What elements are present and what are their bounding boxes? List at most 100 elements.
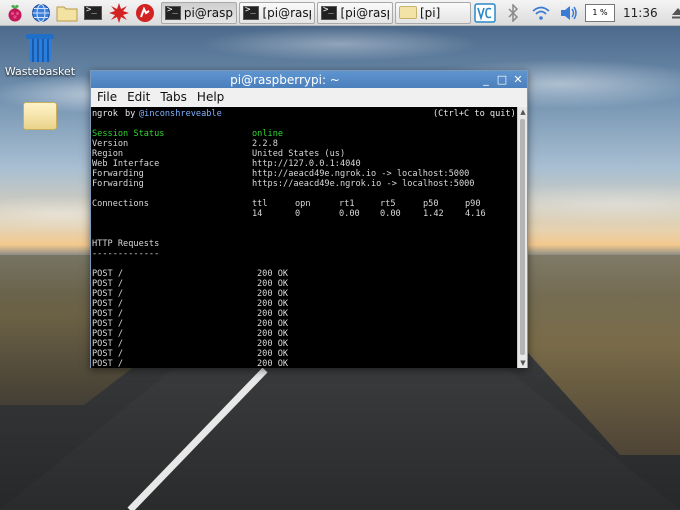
request-method: POST / xyxy=(92,329,124,339)
request-row: POST / 200 OK xyxy=(92,359,518,369)
ngrok-name: ngrok xyxy=(92,109,118,119)
terminal-window[interactable]: pi@raspberrypi: ~ _ □ ✕ File Edit Tabs H… xyxy=(90,70,528,369)
menu-help[interactable]: Help xyxy=(197,90,224,104)
volume-icon[interactable] xyxy=(557,2,581,24)
request-status: 200 OK xyxy=(257,309,289,319)
scroll-down-icon[interactable]: ▼ xyxy=(518,358,528,368)
web-browser-icon[interactable] xyxy=(29,2,53,24)
eject-icon[interactable] xyxy=(666,2,680,24)
taskbar: pi@raspb [pi@rasp [pi@rasp [pi] xyxy=(0,0,680,26)
request-method: POST / xyxy=(92,269,124,279)
request-status: 200 OK xyxy=(257,359,289,369)
menu-file[interactable]: File xyxy=(97,90,117,104)
conn-header: p90 xyxy=(465,199,481,209)
scroll-up-icon[interactable]: ▲ xyxy=(518,107,528,117)
desktop-icon-folder[interactable] xyxy=(0,102,80,133)
scroll-thumb[interactable] xyxy=(520,119,525,355)
conn-header: opn xyxy=(295,199,311,209)
wastebasket-icon xyxy=(26,32,54,62)
conn-value: 1.42 xyxy=(423,209,444,219)
conn-value: 0.00 xyxy=(380,209,401,219)
request-row: POST / 200 OK xyxy=(92,289,518,299)
request-method: POST / xyxy=(92,289,124,299)
status-row: Version 2.2.8 xyxy=(92,139,518,149)
request-method: POST / xyxy=(92,349,124,359)
clock[interactable]: 11:36 xyxy=(619,6,662,20)
task-label: [pi] xyxy=(420,5,441,20)
conn-header: ttl xyxy=(252,199,268,209)
raspberry-menu-icon[interactable] xyxy=(3,2,27,24)
http-divider: ------------- xyxy=(92,249,160,259)
cpu-monitor[interactable]: 1 % xyxy=(585,3,615,22)
status-value: United States (us) xyxy=(252,149,346,159)
task-terminal-2[interactable]: [pi@rasp xyxy=(239,1,315,24)
request-status: 200 OK xyxy=(257,349,289,359)
ngrok-header: ngrok by @inconshreveable (Ctrl+C to qui… xyxy=(92,109,518,119)
wolfram-icon[interactable] xyxy=(133,2,157,24)
terminal-icon xyxy=(243,5,260,20)
system-tray: 1 % 11:36 xyxy=(473,2,680,24)
status-label: Forwarding xyxy=(92,169,144,179)
task-terminal-1[interactable]: pi@raspb xyxy=(161,1,237,24)
status-label: Session Status xyxy=(92,129,165,139)
status-row: Session Status online xyxy=(92,129,518,139)
minimize-icon[interactable]: _ xyxy=(479,73,493,87)
conn-header: p50 xyxy=(423,199,439,209)
close-icon[interactable]: ✕ xyxy=(511,73,525,87)
request-status: 200 OK xyxy=(257,319,289,329)
file-manager-icon[interactable] xyxy=(55,2,79,24)
request-method: POST / xyxy=(92,279,124,289)
request-row: POST / 200 OK xyxy=(92,319,518,329)
request-status: 200 OK xyxy=(257,279,289,289)
folder-icon xyxy=(23,102,57,130)
http-requests-divider: ------------- xyxy=(92,249,518,259)
wifi-icon[interactable] xyxy=(529,2,553,24)
ngrok-by: by xyxy=(125,109,136,119)
request-row: POST / 200 OK xyxy=(92,339,518,349)
status-label: Forwarding xyxy=(92,179,144,189)
menu-tabs[interactable]: Tabs xyxy=(160,90,187,104)
conn-header: rt1 xyxy=(339,199,355,209)
terminal-icon xyxy=(165,5,181,20)
task-terminal-3[interactable]: [pi@rasp xyxy=(317,1,393,24)
maximize-icon[interactable]: □ xyxy=(495,73,509,87)
status-value: http://127.0.0.1:4040 xyxy=(252,159,361,169)
conn-header: rt5 xyxy=(380,199,396,209)
connections-header-row: Connections ttl opn rt1 rt5 p50 p90 xyxy=(92,199,518,209)
cpu-usage: 1 % xyxy=(592,8,608,17)
task-file-manager[interactable]: [pi] xyxy=(395,1,471,24)
http-title: HTTP Requests xyxy=(92,239,160,249)
menubar: File Edit Tabs Help xyxy=(91,88,527,106)
status-value: 2.2.8 xyxy=(252,139,278,149)
task-label: [pi@rasp xyxy=(340,5,389,20)
terminal-scrollbar[interactable]: ▲ ▼ xyxy=(517,107,527,368)
conn-value: 14 xyxy=(252,209,263,219)
task-label: [pi@rasp xyxy=(262,5,311,20)
vnc-icon[interactable] xyxy=(473,2,497,24)
window-titlebar[interactable]: pi@raspberrypi: ~ _ □ ✕ xyxy=(91,71,527,88)
bluetooth-icon[interactable] xyxy=(501,2,525,24)
math-starburst-icon[interactable] xyxy=(107,2,131,24)
status-row: Region United States (us) xyxy=(92,149,518,159)
terminal-output[interactable]: ngrok by @inconshreveable (Ctrl+C to qui… xyxy=(91,107,518,369)
connections-values-row: 14 0 0.00 0.00 1.42 4.16 xyxy=(92,209,518,219)
status-label: Region xyxy=(92,149,124,159)
request-method: POST / xyxy=(92,359,124,369)
request-row: POST / 200 OK xyxy=(92,349,518,359)
request-row: POST / 200 OK xyxy=(92,269,518,279)
request-row: POST / 200 OK xyxy=(92,309,518,319)
request-row: POST / 200 OK xyxy=(92,329,518,339)
menu-edit[interactable]: Edit xyxy=(127,90,150,104)
request-row: POST / 200 OK xyxy=(92,279,518,289)
http-requests-title: HTTP Requests xyxy=(92,239,518,249)
status-value: https://aeacd49e.ngrok.io -> localhost:5… xyxy=(252,179,475,189)
request-status: 200 OK xyxy=(257,299,289,309)
terminal-icon xyxy=(321,5,338,20)
task-label: pi@raspb xyxy=(183,5,233,20)
ngrok-author: @inconshreveable xyxy=(139,109,222,119)
conn-value: 0 xyxy=(295,209,301,219)
request-status: 200 OK xyxy=(257,329,289,339)
terminal-launcher-icon[interactable] xyxy=(81,2,105,24)
desktop-icon-wastebasket[interactable]: Wastebasket xyxy=(0,32,80,78)
quit-hint: (Ctrl+C to quit) xyxy=(433,109,516,119)
